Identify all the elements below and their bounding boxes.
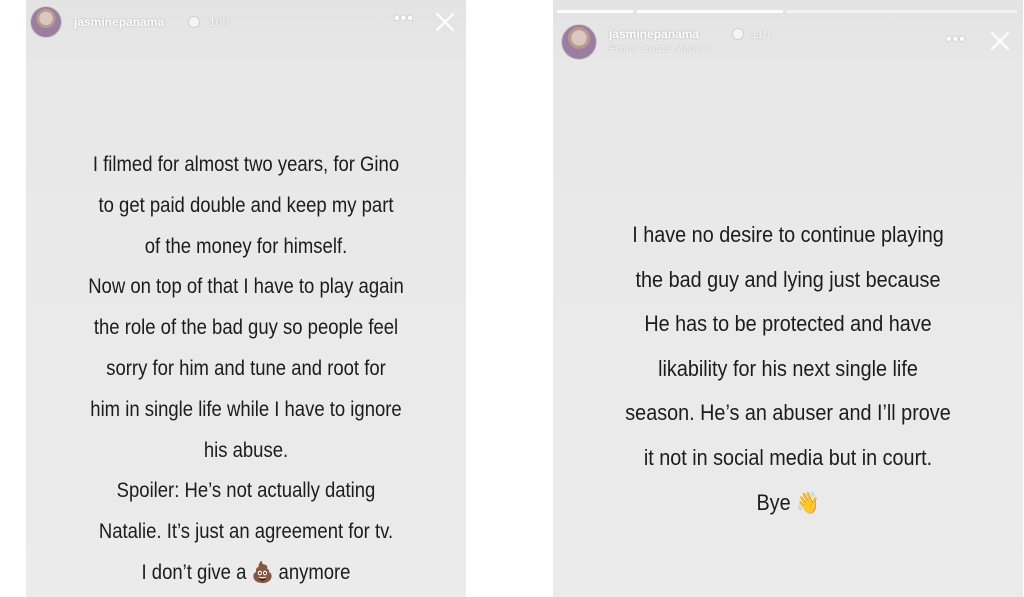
text-line-last: I don’t give a 💩 anymore (57, 552, 435, 593)
text-line: to get paid double and keep my part (98, 192, 394, 217)
close-icon[interactable] (434, 11, 456, 33)
verified-badge-icon (188, 16, 200, 28)
text-line: the role of the bad guy so people feel (93, 315, 399, 340)
poop-emoji-icon: 💩 (251, 559, 274, 584)
create-mode-link[interactable]: From Create Mode > (609, 43, 711, 55)
text-fragment: anymore (278, 559, 351, 584)
story-panel-right: jasminepanama 11h From Create Mode > •••… (553, 0, 1023, 597)
timestamp: 11h (751, 27, 771, 41)
username[interactable]: jasminepanama (74, 15, 164, 29)
text-line: I have no desire to continue playing (632, 222, 944, 247)
waving-hand-emoji-icon: 👋 (796, 490, 820, 516)
story-text: I have no desire to continue playing the… (581, 213, 995, 526)
text-line: likability for his next single life (658, 355, 918, 381)
timestamp: 10h (209, 15, 230, 29)
text-line: him in single life while I have to ignor… (90, 396, 402, 421)
text-line: his abuse. (203, 437, 289, 462)
text-fragment: I don’t give a (141, 559, 247, 584)
text-line: it not in social media but in court. (643, 444, 933, 470)
avatar[interactable] (30, 6, 62, 38)
text-line: sorry for him and tune and root for (106, 355, 386, 380)
verified-badge-icon (732, 28, 744, 40)
progress-bar-segment (787, 10, 1017, 13)
text-fragment: Bye (756, 489, 791, 515)
text-line: season. He’s an abuser and I’ll prove (625, 400, 951, 426)
progress-bar-segment (637, 10, 783, 13)
text-line-last: Bye 👋 (581, 481, 995, 527)
more-options-icon[interactable]: ••• (946, 31, 966, 49)
text-line: Spoiler: He’s not actually dating (116, 478, 376, 503)
text-line: Now on top of that I have to play again (88, 274, 404, 299)
text-line: of the money for himself. (144, 233, 348, 258)
close-icon[interactable] (989, 30, 1011, 52)
story-text: I filmed for almost two years, for Gino … (57, 144, 435, 593)
text-line: the bad guy and lying just because (635, 266, 941, 292)
story-panel-left: jasminepanama 10h ••• I filmed for almos… (26, 0, 466, 597)
text-line: He has to be protected and have (644, 311, 932, 337)
text-line: Natalie. It’s just an agreement for tv. (98, 519, 394, 544)
progress-bar-segment (557, 10, 633, 13)
username[interactable]: jasminepanama (609, 27, 699, 41)
more-options-icon[interactable]: ••• (394, 10, 414, 28)
text-line: I filmed for almost two years, for Gino (92, 152, 400, 176)
avatar[interactable] (561, 24, 597, 60)
